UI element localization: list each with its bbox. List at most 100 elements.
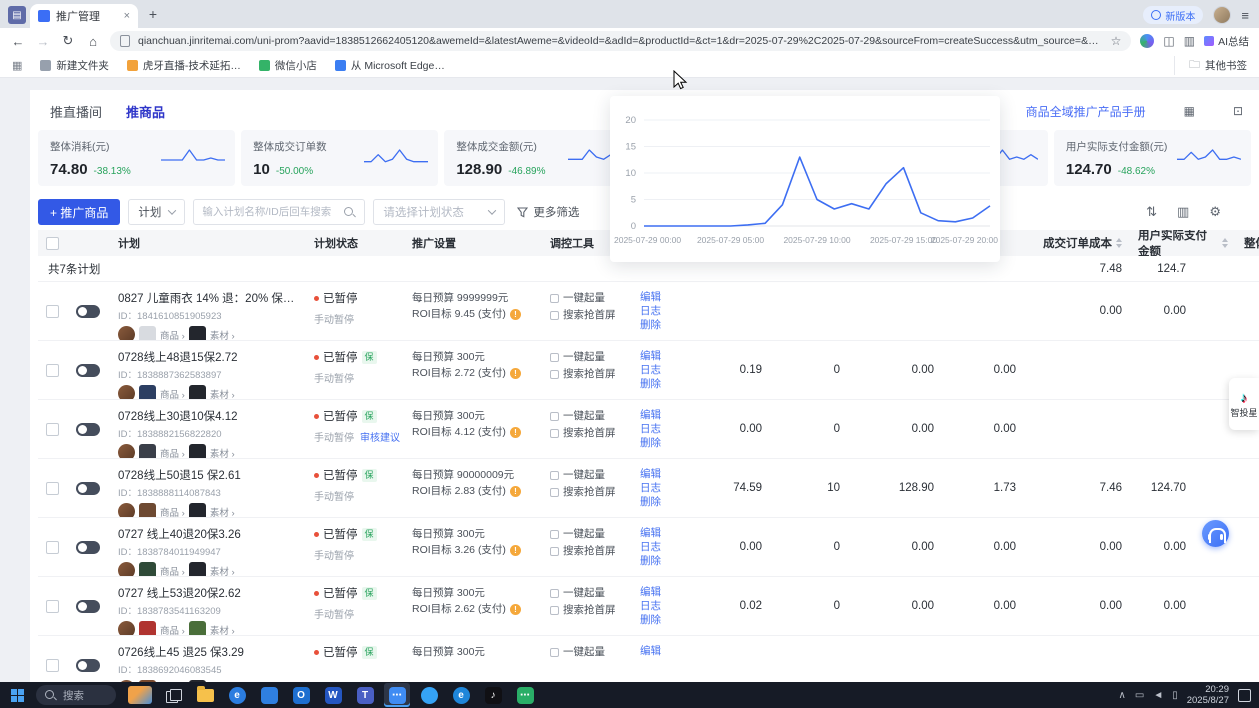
product-manual-link[interactable]: 商品全域推广产品手册: [1026, 103, 1146, 120]
browser-menu-icon[interactable]: ≡: [1241, 8, 1249, 23]
forward-icon[interactable]: →: [35, 34, 51, 49]
notification-icon[interactable]: [1238, 689, 1251, 702]
bookmarks-panel-icon[interactable]: ▦: [12, 59, 22, 72]
widgets-thumbnail[interactable]: [128, 686, 152, 704]
volume-icon[interactable]: ◄: [1153, 690, 1163, 701]
control-tool[interactable]: 一键起量: [550, 585, 624, 602]
row-checkbox[interactable]: [46, 600, 59, 613]
row-toggle-switch[interactable]: [76, 659, 100, 672]
plan-title[interactable]: 0727 线上40退20保3.26: [118, 526, 298, 542]
row-checkbox[interactable]: [46, 541, 59, 554]
control-tool[interactable]: 搜索抢首屏: [550, 484, 624, 501]
operation-link[interactable]: 编辑: [640, 408, 678, 422]
control-tool[interactable]: 一键起量: [550, 349, 624, 366]
metric-card[interactable]: 用户实际支付金额(元)124.70-48.62%: [1054, 130, 1251, 186]
bookmark-item[interactable]: 新建文件夹: [40, 58, 109, 73]
extension-icon[interactable]: [1140, 34, 1154, 48]
url-text[interactable]: qianchuan.jinritemai.com/uni-prom?aavid=…: [138, 35, 1103, 47]
bookmark-item[interactable]: 从 Microsoft Edge…: [335, 58, 445, 73]
control-tool[interactable]: 一键起量: [550, 408, 624, 425]
display-icon[interactable]: ▭: [1135, 690, 1144, 701]
search-icon[interactable]: [343, 206, 356, 219]
audience-icon[interactable]: ⇅: [1146, 204, 1157, 220]
roi-info-icon[interactable]: !: [510, 545, 521, 556]
plan-title[interactable]: 0727 线上53退20保2.62: [118, 585, 298, 601]
control-tool[interactable]: 一键起量: [550, 290, 624, 307]
operation-link[interactable]: 编辑: [640, 526, 678, 540]
operation-link[interactable]: 日志: [640, 422, 678, 436]
row-toggle-switch[interactable]: [76, 364, 100, 377]
operation-link[interactable]: 删除: [640, 318, 678, 332]
sort-icon[interactable]: [1222, 238, 1228, 248]
row-toggle-switch[interactable]: [76, 423, 100, 436]
review-suggestion-link[interactable]: 审核建议: [360, 429, 400, 444]
material-link[interactable]: 素材 ›: [210, 564, 235, 577]
operation-link[interactable]: 删除: [640, 436, 678, 450]
material-link[interactable]: 素材 ›: [210, 505, 235, 518]
operation-link[interactable]: 删除: [640, 554, 678, 568]
column-header-cost[interactable]: 成交订单成本: [1024, 230, 1130, 256]
control-tool[interactable]: 搜索抢首屏: [550, 602, 624, 619]
column-settings-icon[interactable]: ⚙: [1209, 204, 1221, 220]
tab-close-icon[interactable]: ×: [124, 10, 130, 22]
operation-link[interactable]: 日志: [640, 363, 678, 377]
new-tab-button[interactable]: +: [142, 3, 164, 25]
search-input[interactable]: [202, 206, 337, 218]
product-thumbnail[interactable]: [139, 326, 156, 340]
teams-icon[interactable]: T: [352, 683, 378, 707]
operation-link[interactable]: 日志: [640, 540, 678, 554]
column-header-pay[interactable]: 用户实际支付金额: [1130, 230, 1236, 256]
outlook-icon[interactable]: O: [288, 683, 314, 707]
row-checkbox[interactable]: [46, 659, 59, 672]
roi-info-icon[interactable]: !: [510, 368, 521, 379]
operation-link[interactable]: 日志: [640, 599, 678, 613]
roi-info-icon[interactable]: !: [510, 427, 521, 438]
split-screen-icon[interactable]: ◫: [1163, 34, 1174, 48]
operation-link[interactable]: 编辑: [640, 585, 678, 599]
refresh-icon[interactable]: ↻: [60, 33, 76, 49]
assistant-float-button[interactable]: ♪ 智投星: [1229, 378, 1259, 430]
wechat-icon[interactable]: ⋯: [512, 683, 538, 707]
product-thumbnail[interactable]: [139, 385, 156, 399]
row-checkbox[interactable]: [46, 423, 59, 436]
control-tool[interactable]: 搜索抢首屏: [550, 543, 624, 560]
product-link[interactable]: 商品 ›: [160, 328, 185, 341]
product-thumbnail[interactable]: [139, 621, 156, 635]
taskbar-search[interactable]: 搜索: [36, 685, 116, 705]
row-toggle-switch[interactable]: [76, 600, 100, 613]
workspace-icon[interactable]: ▤: [8, 6, 26, 24]
material-thumbnail[interactable]: [189, 326, 206, 340]
back-icon[interactable]: ←: [10, 34, 26, 49]
bookmark-item[interactable]: 微信小店: [259, 58, 317, 73]
fullscreen-icon[interactable]: ⊡: [1233, 104, 1243, 118]
chat-app-icon[interactable]: ⋯: [384, 683, 410, 707]
control-tool[interactable]: 一键起量: [550, 644, 624, 661]
start-button[interactable]: [4, 682, 30, 708]
ai-summary-button[interactable]: AI总结: [1204, 34, 1249, 49]
product-link[interactable]: 商品 ›: [160, 387, 185, 400]
material-link[interactable]: 素材 ›: [210, 623, 235, 636]
operation-link[interactable]: 编辑: [640, 644, 678, 658]
control-tool[interactable]: 一键起量: [550, 526, 624, 543]
plan-type-select[interactable]: 计划: [128, 199, 185, 225]
column-header-plan[interactable]: 计划: [110, 235, 306, 251]
page-info-icon[interactable]: [120, 35, 130, 47]
sort-icon[interactable]: [1116, 238, 1122, 248]
other-bookmarks[interactable]: 🗀 其他书签: [1174, 56, 1247, 75]
promote-product-button[interactable]: + 推广商品: [38, 199, 120, 225]
product-thumbnail[interactable]: [139, 503, 156, 517]
material-thumbnail[interactable]: [189, 562, 206, 576]
tab-live-room[interactable]: 推直播间: [50, 102, 102, 121]
operation-link[interactable]: 日志: [640, 481, 678, 495]
favorite-star-icon[interactable]: ☆: [1111, 34, 1122, 48]
more-filters-button[interactable]: 更多筛选: [517, 204, 579, 220]
column-header-settings[interactable]: 推广设置: [404, 235, 542, 251]
material-thumbnail[interactable]: [189, 385, 206, 399]
profile-avatar[interactable]: [1213, 6, 1231, 24]
plan-title[interactable]: 0827 儿童雨衣 14% 退：20% 保：9.92: [118, 290, 298, 306]
column-header-status[interactable]: 计划状态: [306, 235, 404, 251]
media-app-icon[interactable]: [416, 683, 442, 707]
operation-link[interactable]: 删除: [640, 495, 678, 509]
app-blue-icon[interactable]: [256, 683, 282, 707]
roi-info-icon[interactable]: !: [510, 486, 521, 497]
